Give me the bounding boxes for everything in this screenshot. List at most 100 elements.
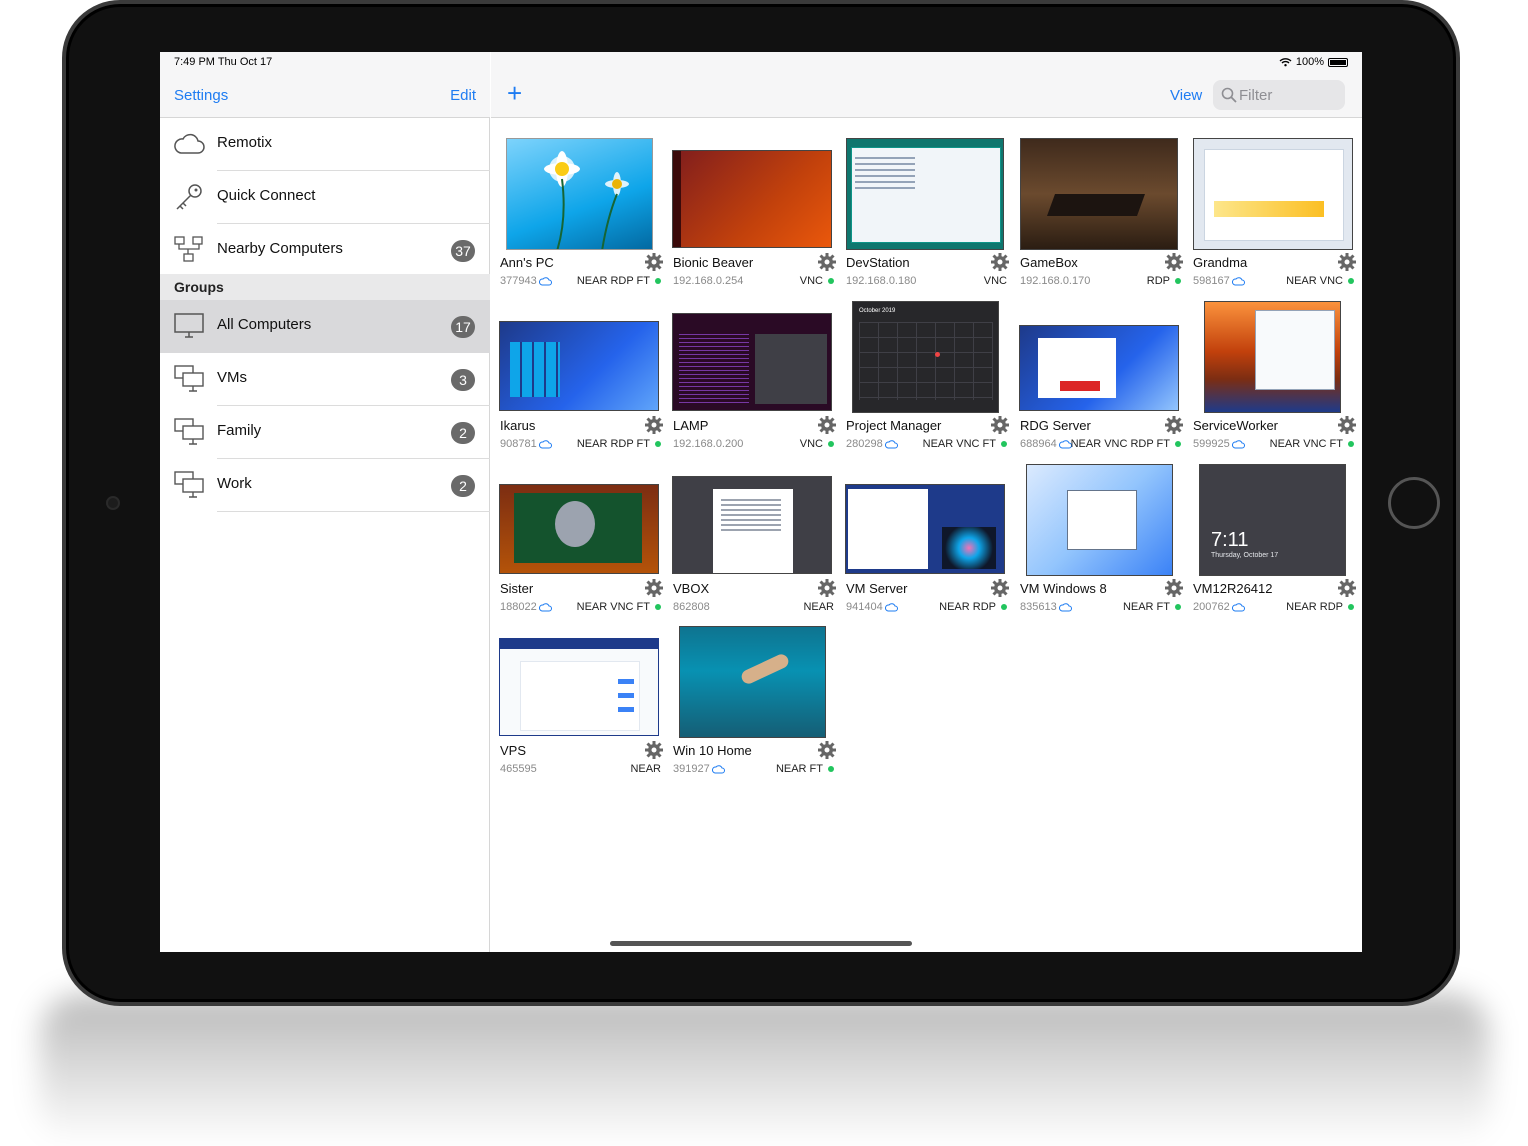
sidebar-header: 7:49 PM Thu Oct 17 Settings Edit <box>160 52 490 118</box>
sidebar-item-nearby-computers[interactable]: Nearby Computers 37 <box>160 224 490 277</box>
screen-thumbnail[interactable] <box>679 626 826 738</box>
gear-icon[interactable] <box>818 741 836 759</box>
gear-icon[interactable] <box>818 253 836 271</box>
screen-thumbnail[interactable] <box>846 138 1004 250</box>
computer-id: 188022 <box>500 601 552 613</box>
computer-tile-rdg-server[interactable]: RDG Server 688964 NEAR VNC RDP FT <box>1019 301 1185 461</box>
gear-icon[interactable] <box>1165 579 1183 597</box>
sidebar-item-family[interactable]: Family 2 <box>160 406 490 459</box>
sidebar: 7:49 PM Thu Oct 17 Settings Edit Remotix… <box>160 52 490 952</box>
sidebar-item-remotix[interactable]: Remotix <box>160 118 490 171</box>
gear-icon[interactable] <box>1338 253 1356 271</box>
screen-thumbnail[interactable] <box>1019 325 1179 411</box>
filter-input[interactable] <box>1239 85 1339 105</box>
computer-name: ServiceWorker <box>1193 418 1279 433</box>
screen-thumbnail[interactable] <box>1204 301 1341 413</box>
screen-thumbnail[interactable] <box>672 150 832 248</box>
computer-tile-grandma[interactable]: Grandma 598167 NEAR VNC <box>1192 138 1358 298</box>
protocols: VNC <box>800 438 834 450</box>
computer-name: LAMP <box>673 418 709 433</box>
sidebar-item-vms[interactable]: VMs 3 <box>160 353 490 406</box>
sidebar-item-label: Family <box>217 422 262 439</box>
screen-thumbnail[interactable] <box>1020 138 1178 250</box>
screen-thumbnail[interactable] <box>499 321 659 411</box>
settings-button[interactable]: Settings <box>174 87 228 104</box>
sidebar-item-label: Nearby Computers <box>217 240 343 257</box>
gear-icon[interactable] <box>818 416 836 434</box>
network-icon <box>174 236 203 262</box>
sidebar-item-all-computers[interactable]: All Computers 17 <box>160 300 490 353</box>
computer-tile-vm-server[interactable]: VM Server 941404 NEAR RDP <box>845 464 1011 624</box>
battery-icon <box>1328 57 1348 67</box>
sidebar-item-quick-connect[interactable]: Quick Connect <box>160 171 490 224</box>
computer-tile-serviceworker[interactable]: ServiceWorker 599925 NEAR VNC FT <box>1192 301 1358 461</box>
online-status-dot <box>655 441 661 447</box>
gear-icon[interactable] <box>645 579 663 597</box>
protocols: NEAR RDP <box>939 601 1007 613</box>
home-button[interactable] <box>1388 477 1440 529</box>
gear-icon[interactable] <box>991 416 1009 434</box>
count-badge: 3 <box>451 369 475 391</box>
computer-tile-anns-pc[interactable]: Ann's PC 377943 NEAR RDP FT <box>499 138 665 298</box>
gear-icon[interactable] <box>645 416 663 434</box>
screen-thumbnail[interactable]: 7:11 Thursday, October 17 <box>1199 464 1346 576</box>
online-status-dot <box>828 278 834 284</box>
computer-tile-vps[interactable]: VPS 465595 NEAR <box>499 626 665 786</box>
cloud-icon <box>174 133 205 154</box>
gear-icon[interactable] <box>1165 253 1183 271</box>
computer-id: 599925 <box>1193 438 1245 450</box>
computer-tile-vm12r26412[interactable]: 7:11 Thursday, October 17 VM12R26412 200… <box>1192 464 1358 624</box>
computer-tile-project-manager[interactable]: October 2019 Project Manager 280298 NEAR… <box>845 301 1011 461</box>
key-icon <box>176 184 202 210</box>
screen-thumbnail[interactable] <box>499 484 659 574</box>
edit-button[interactable]: Edit <box>450 87 476 104</box>
filter-field[interactable] <box>1213 80 1345 110</box>
cloud-icon <box>1231 439 1245 448</box>
screen-thumbnail[interactable] <box>845 484 1005 574</box>
computer-name: VM Server <box>846 581 908 596</box>
device-shadow <box>40 995 1490 1145</box>
computer-tile-vbox[interactable]: VBOX 862808 NEAR <box>672 464 838 624</box>
gear-icon[interactable] <box>1165 416 1183 434</box>
gear-icon[interactable] <box>645 741 663 759</box>
computer-tile-ikarus[interactable]: Ikarus 908781 NEAR RDP FT <box>499 301 665 461</box>
computer-tile-bionic-beaver[interactable]: Bionic Beaver 192.168.0.254 VNC <box>672 138 838 298</box>
calendar-month: October 2019 <box>859 308 896 314</box>
add-computer-button[interactable]: + <box>507 80 522 106</box>
computer-id: 688964 <box>1020 438 1072 450</box>
gear-icon[interactable] <box>1338 579 1356 597</box>
screen-thumbnail[interactable] <box>1193 138 1353 250</box>
sidebar-item-work[interactable]: Work 2 <box>160 459 490 512</box>
gear-icon[interactable] <box>991 579 1009 597</box>
screen: 7:49 PM Thu Oct 17 Settings Edit Remotix… <box>160 52 1362 952</box>
computer-tile-gamebox[interactable]: GameBox 192.168.0.170 RDP <box>1019 138 1185 298</box>
protocols: NEAR RDP FT <box>577 275 661 287</box>
online-status-dot <box>1348 441 1354 447</box>
screen-thumbnail[interactable] <box>1026 464 1173 576</box>
screen-thumbnail[interactable] <box>506 138 653 250</box>
computer-tile-lamp[interactable]: LAMP 192.168.0.200 VNC <box>672 301 838 461</box>
screen-thumbnail[interactable] <box>499 638 659 736</box>
computer-tile-vm-windows-8[interactable]: VM Windows 8 835613 NEAR FT <box>1019 464 1185 624</box>
gear-icon[interactable] <box>645 253 663 271</box>
computer-tile-win-10-home[interactable]: Win 10 Home 391927 NEAR FT <box>672 626 838 786</box>
screen-thumbnail[interactable] <box>672 313 832 411</box>
gear-icon[interactable] <box>818 579 836 597</box>
computer-tile-sister[interactable]: Sister 188022 NEAR VNC FT <box>499 464 665 624</box>
sidebar-item-label: Work <box>217 475 252 492</box>
monitors-icon <box>174 365 204 392</box>
computer-id: 598167 <box>1193 275 1245 287</box>
computer-id: 835613 <box>1020 601 1072 613</box>
online-status-dot <box>1175 604 1181 610</box>
home-indicator[interactable] <box>610 941 912 946</box>
gear-icon[interactable] <box>991 253 1009 271</box>
sidebar-item-label: Remotix <box>217 134 273 151</box>
sidebar-item-label: VMs <box>217 369 247 386</box>
screen-thumbnail[interactable] <box>672 476 832 574</box>
view-button[interactable]: View <box>1170 87 1202 104</box>
online-status-dot <box>655 278 661 284</box>
computer-tile-devstation[interactable]: DevStation 192.168.0.180 VNC <box>845 138 1011 298</box>
cloud-icon <box>1231 276 1245 285</box>
gear-icon[interactable] <box>1338 416 1356 434</box>
screen-thumbnail[interactable]: October 2019 <box>852 301 999 413</box>
